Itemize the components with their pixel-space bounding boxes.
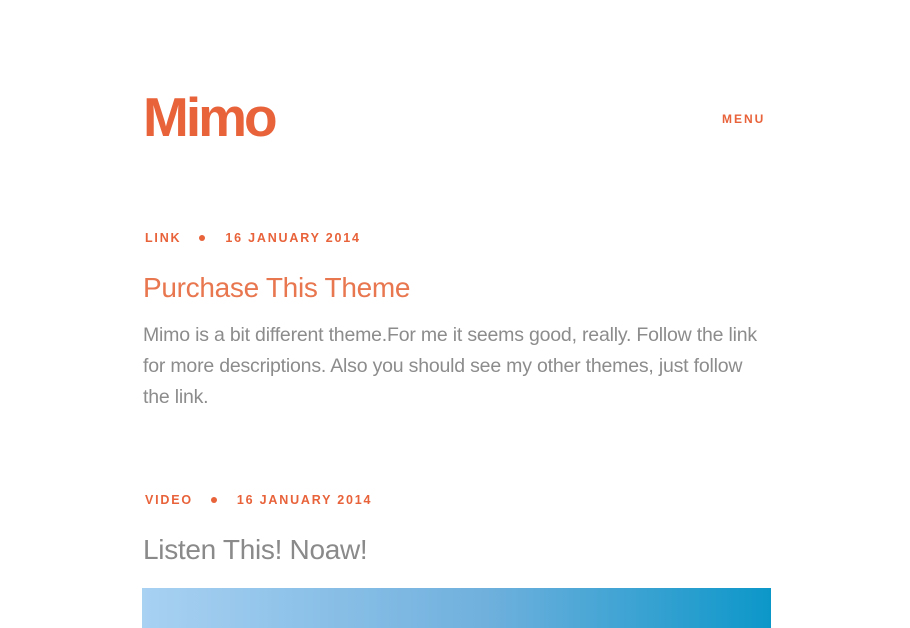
post-meta: VIDEO 16 JANUARY 2014 [145, 492, 773, 508]
site-logo[interactable]: Mimo [143, 82, 278, 152]
post-title[interactable]: Listen This! Noaw! [143, 532, 773, 568]
video-embed[interactable] [142, 588, 771, 628]
meta-separator-dot [210, 497, 217, 503]
post-video: VIDEO 16 JANUARY 2014 Listen This! Noaw! [143, 492, 773, 568]
post-date[interactable]: 16 JANUARY 2014 [225, 231, 360, 245]
post-date[interactable]: 16 JANUARY 2014 [237, 493, 372, 507]
post-title[interactable]: Purchase This Theme [143, 270, 773, 306]
post-category[interactable]: VIDEO [145, 493, 193, 507]
post-meta: LINK 16 JANUARY 2014 [145, 230, 773, 246]
post-link: LINK 16 JANUARY 2014 Purchase This Theme… [143, 230, 773, 413]
post-category[interactable]: LINK [145, 231, 181, 245]
meta-separator-dot [199, 235, 206, 241]
post-excerpt: Mimo is a bit different theme.For me it … [143, 324, 757, 408]
menu-button[interactable]: MENU [722, 111, 765, 127]
